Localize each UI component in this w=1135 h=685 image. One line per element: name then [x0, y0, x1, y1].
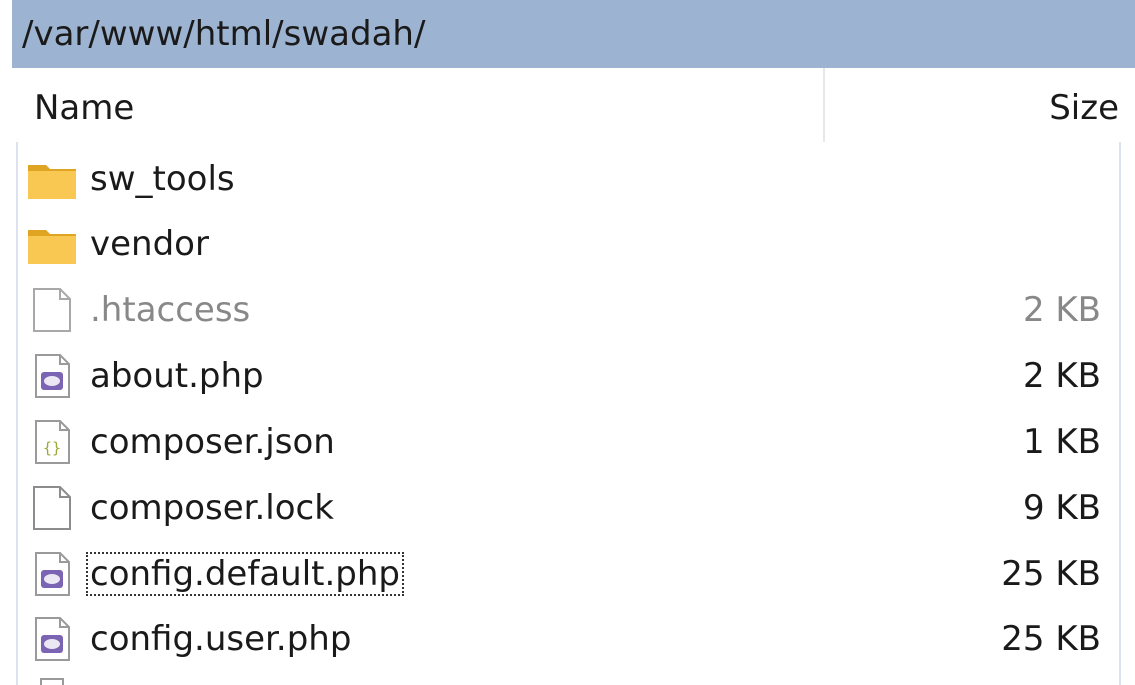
blank-file-icon [33, 486, 71, 530]
path-bar[interactable]: /var/www/html/swadah/ [12, 0, 1135, 68]
folder-icon [28, 230, 76, 264]
list-border-right [1119, 142, 1121, 685]
svg-text:{}: {} [43, 439, 61, 457]
file-row[interactable]: vendor [18, 211, 1119, 277]
file-size: 9 KB [1022, 488, 1101, 528]
file-size: 2 KB [1022, 356, 1101, 396]
file-name: composer.lock [90, 488, 334, 528]
file-name: vendor [90, 224, 209, 264]
file-name: config.user.php [90, 619, 352, 659]
column-divider[interactable] [823, 68, 825, 142]
file-size: 25 KB [1001, 619, 1101, 659]
partial-file-icon [40, 678, 64, 685]
file-size: 25 KB [1001, 554, 1101, 594]
file-row[interactable]: config.user.php 25 KB [18, 606, 1119, 672]
file-size: 2 KB [1022, 290, 1101, 330]
column-name-header[interactable]: Name [34, 88, 134, 128]
hidden-file-icon [33, 288, 71, 332]
file-name: about.php [90, 356, 264, 396]
file-name: .htaccess [90, 290, 251, 330]
file-row[interactable]: composer.lock 9 KB [18, 475, 1119, 541]
file-row[interactable]: sw_tools [18, 146, 1119, 212]
file-name: composer.json [90, 422, 335, 462]
file-row[interactable]: about.php 2 KB [18, 343, 1119, 409]
json-file-icon: {} [35, 420, 70, 464]
file-name: config.default.php [85, 552, 405, 596]
file-row[interactable]: .htaccess 2 KB [18, 277, 1119, 343]
file-row[interactable]: config.default.php 25 KB [18, 541, 1119, 607]
column-header: Name Size [12, 68, 1135, 142]
php-file-icon [35, 617, 70, 661]
folder-icon [28, 165, 76, 199]
column-size-header[interactable]: Size [1049, 88, 1119, 128]
php-file-icon [35, 354, 70, 398]
file-size: 1 KB [1022, 422, 1101, 462]
file-name: sw_tools [90, 159, 235, 199]
php-file-icon [35, 552, 70, 596]
file-row[interactable]: {} composer.json 1 KB [18, 409, 1119, 475]
